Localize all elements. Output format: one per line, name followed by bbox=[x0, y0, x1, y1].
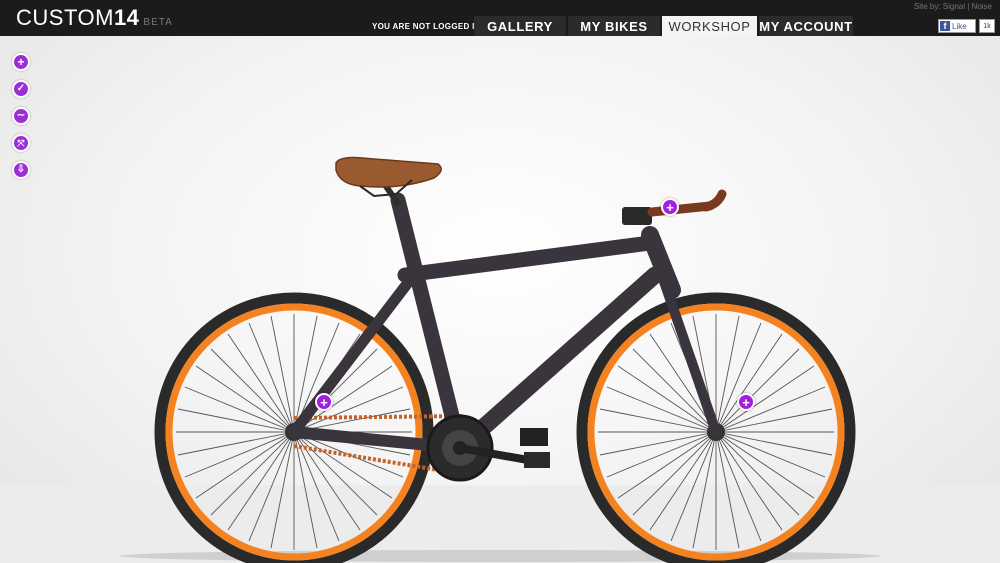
plus-icon: + bbox=[320, 394, 328, 410]
plus-icon: + bbox=[742, 394, 750, 410]
bicycle-illustration bbox=[120, 156, 880, 563]
rear-wheel-hotspot[interactable]: + bbox=[315, 393, 333, 411]
saddle[interactable] bbox=[335, 156, 442, 188]
plus-icon: + bbox=[666, 199, 674, 215]
front-wheel-hotspot[interactable]: + bbox=[737, 393, 755, 411]
handlebar-hotspot[interactable]: + bbox=[661, 198, 679, 216]
